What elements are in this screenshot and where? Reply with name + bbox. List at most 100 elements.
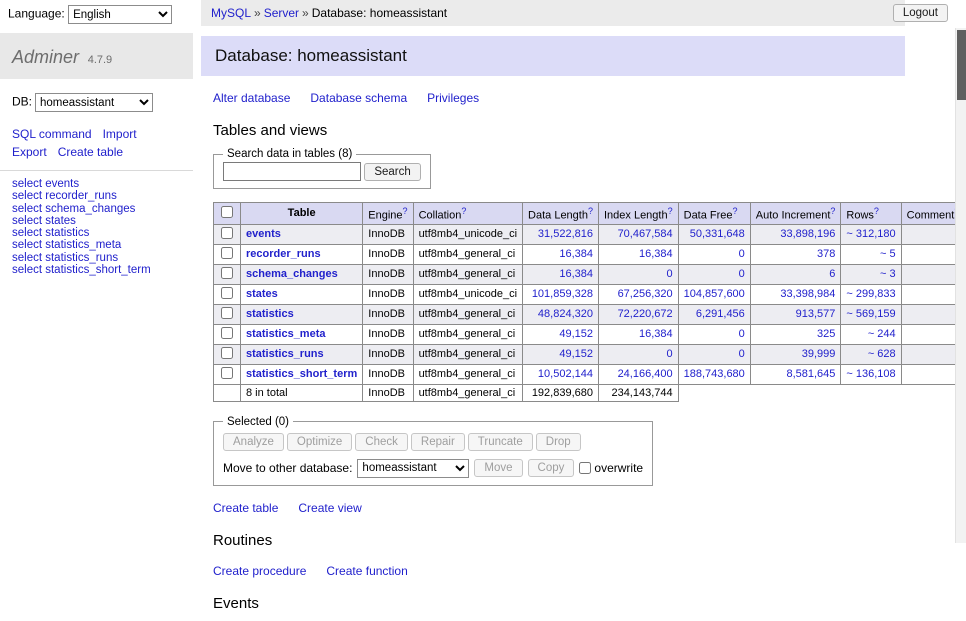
rows-count-link[interactable]: ~ 628 xyxy=(868,348,896,360)
column-help-icon[interactable]: ? xyxy=(830,206,835,216)
create-view-link[interactable]: Create view xyxy=(298,501,361,515)
row-checkbox[interactable] xyxy=(221,327,233,339)
copy-button[interactable]: Copy xyxy=(528,459,575,477)
move-button[interactable]: Move xyxy=(474,459,522,477)
logout-button[interactable]: Logout xyxy=(893,4,948,22)
index-length-link[interactable]: 70,467,584 xyxy=(618,228,673,240)
database-schema-link[interactable]: Database schema xyxy=(310,91,407,105)
auto-increment-link[interactable]: 39,999 xyxy=(802,348,836,360)
table-link-statistics_meta[interactable]: statistics_meta xyxy=(246,328,326,340)
auto-increment-link[interactable]: 378 xyxy=(817,248,835,260)
data-length-link[interactable]: 49,152 xyxy=(559,328,593,340)
column-help-icon[interactable]: ? xyxy=(461,206,466,216)
data-free-link[interactable]: 0 xyxy=(739,328,745,340)
auto-increment-link[interactable]: 33,898,196 xyxy=(780,228,835,240)
column-help-icon[interactable]: ? xyxy=(403,206,408,216)
sidebar-item-select-statistics_short_term[interactable]: select statistics_short_term xyxy=(12,264,193,276)
column-help-icon[interactable]: ? xyxy=(668,206,673,216)
truncate-button[interactable]: Truncate xyxy=(468,433,533,451)
row-checkbox[interactable] xyxy=(221,227,233,239)
overwrite-option[interactable]: overwrite xyxy=(579,461,643,475)
scrollbar-thumb[interactable] xyxy=(957,30,966,100)
privileges-link[interactable]: Privileges xyxy=(427,91,479,105)
table-link-statistics_short_term[interactable]: statistics_short_term xyxy=(246,368,357,380)
index-length-link[interactable]: 16,384 xyxy=(639,328,673,340)
data-length-link[interactable]: 10,502,144 xyxy=(538,368,593,380)
breadcrumb-link-server[interactable]: Server xyxy=(264,6,299,20)
rows-count-link[interactable]: ~ 299,833 xyxy=(846,288,895,300)
index-length-link[interactable]: 0 xyxy=(667,268,673,280)
auto-increment-link[interactable]: 8,581,645 xyxy=(786,368,835,380)
search-input[interactable] xyxy=(223,162,361,181)
data-length-link[interactable]: 49,152 xyxy=(559,348,593,360)
rows-count-link[interactable]: ~ 312,180 xyxy=(846,228,895,240)
language-select[interactable]: English xyxy=(68,5,172,24)
row-checkbox[interactable] xyxy=(221,367,233,379)
select-all-checkbox[interactable] xyxy=(221,206,233,218)
import-link[interactable]: Import xyxy=(103,127,137,141)
vertical-scrollbar[interactable] xyxy=(955,28,966,543)
sidebar-item-select-statistics[interactable]: select statistics xyxy=(12,227,193,239)
repair-button[interactable]: Repair xyxy=(411,433,465,451)
data-length-link[interactable]: 16,384 xyxy=(559,268,593,280)
index-length-link[interactable]: 24,166,400 xyxy=(618,368,673,380)
index-length-link[interactable]: 72,220,672 xyxy=(618,308,673,320)
auto-increment-link[interactable]: 325 xyxy=(817,328,835,340)
sidebar-item-select-recorder_runs[interactable]: select recorder_runs xyxy=(12,190,193,202)
data-free-link[interactable]: 0 xyxy=(739,248,745,260)
index-length-link[interactable]: 67,256,320 xyxy=(618,288,673,300)
sql-command-link[interactable]: SQL command xyxy=(12,127,92,141)
data-free-link[interactable]: 0 xyxy=(739,268,745,280)
data-free-link[interactable]: 104,857,600 xyxy=(684,288,745,300)
table-link-statistics_runs[interactable]: statistics_runs xyxy=(246,348,324,360)
table-link-events[interactable]: events xyxy=(246,228,281,240)
db-select[interactable]: homeassistant xyxy=(35,93,153,112)
create-table-link[interactable]: Create table xyxy=(213,501,278,515)
data-free-link[interactable]: 6,291,456 xyxy=(696,308,745,320)
data-free-link[interactable]: 50,331,648 xyxy=(690,228,745,240)
analyze-button[interactable]: Analyze xyxy=(223,433,284,451)
table-link-statistics[interactable]: statistics xyxy=(246,308,294,320)
auto-increment-link[interactable]: 913,577 xyxy=(796,308,836,320)
index-length-link[interactable]: 16,384 xyxy=(639,248,673,260)
search-button[interactable]: Search xyxy=(364,163,420,181)
data-length-link[interactable]: 101,859,328 xyxy=(532,288,593,300)
rows-count-link[interactable]: ~ 5 xyxy=(880,248,896,260)
auto-increment-link[interactable]: 6 xyxy=(829,268,835,280)
export-link[interactable]: Export xyxy=(12,145,47,159)
sidebar-item-select-statistics_meta[interactable]: select statistics_meta xyxy=(12,239,193,251)
overwrite-checkbox[interactable] xyxy=(579,462,591,474)
data-length-link[interactable]: 31,522,816 xyxy=(538,228,593,240)
sidebar-item-select-statistics_runs[interactable]: select statistics_runs xyxy=(12,252,193,264)
rows-count-link[interactable]: ~ 569,159 xyxy=(846,308,895,320)
data-length-link[interactable]: 16,384 xyxy=(559,248,593,260)
rows-count-link[interactable]: ~ 136,108 xyxy=(846,368,895,380)
index-length-link[interactable]: 0 xyxy=(667,348,673,360)
row-checkbox[interactable] xyxy=(221,347,233,359)
sidebar-item-select-states[interactable]: select states xyxy=(12,215,193,227)
table-link-states[interactable]: states xyxy=(246,288,278,300)
table-link-schema_changes[interactable]: schema_changes xyxy=(246,268,338,280)
move-database-select[interactable]: homeassistant xyxy=(357,459,469,478)
row-checkbox[interactable] xyxy=(221,287,233,299)
sidebar-item-select-events[interactable]: select events xyxy=(12,178,193,190)
breadcrumb-link-mysql[interactable]: MySQL xyxy=(211,6,251,20)
data-free-link[interactable]: 0 xyxy=(739,348,745,360)
create-procedure-link[interactable]: Create procedure xyxy=(213,564,306,578)
create-function-link[interactable]: Create function xyxy=(326,564,407,578)
data-length-link[interactable]: 48,824,320 xyxy=(538,308,593,320)
app-name[interactable]: Adminer xyxy=(12,47,79,67)
create-table-sidebar-link[interactable]: Create table xyxy=(58,145,123,159)
column-help-icon[interactable]: ? xyxy=(733,206,738,216)
row-checkbox[interactable] xyxy=(221,307,233,319)
column-help-icon[interactable]: ? xyxy=(874,206,879,216)
auto-increment-link[interactable]: 33,398,984 xyxy=(780,288,835,300)
rows-count-link[interactable]: ~ 3 xyxy=(880,268,896,280)
table-link-recorder_runs[interactable]: recorder_runs xyxy=(246,248,321,260)
rows-count-link[interactable]: ~ 244 xyxy=(868,328,896,340)
column-help-icon[interactable]: ? xyxy=(588,206,593,216)
sidebar-item-select-schema_changes[interactable]: select schema_changes xyxy=(12,203,193,215)
row-checkbox[interactable] xyxy=(221,247,233,259)
alter-database-link[interactable]: Alter database xyxy=(213,91,290,105)
check-button[interactable]: Check xyxy=(355,433,408,451)
